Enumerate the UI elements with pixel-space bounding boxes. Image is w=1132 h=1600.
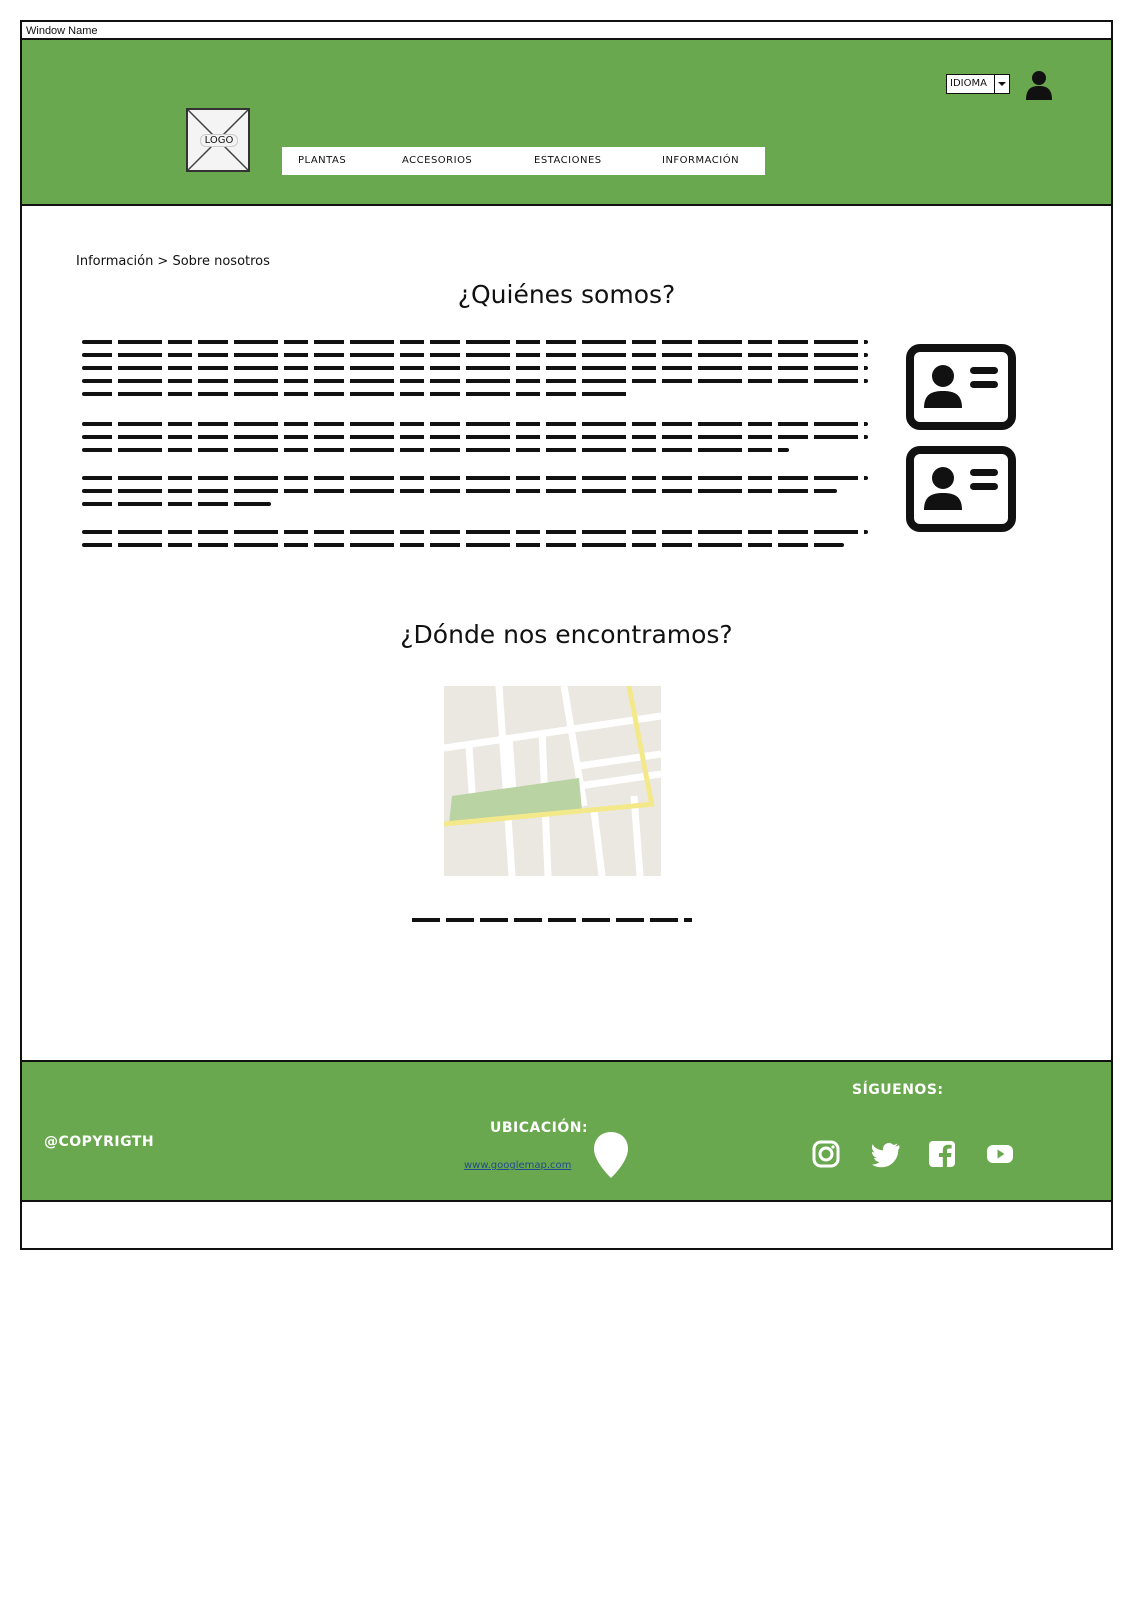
- window-title: Window Name: [22, 22, 1111, 40]
- user-icon[interactable]: [1026, 70, 1052, 100]
- copyright-text: @COPYRIGTH: [44, 1134, 155, 1150]
- nav-item-informacion[interactable]: INFORMACIÓN: [662, 155, 739, 166]
- follow-title: SÍGUENOS:: [852, 1082, 944, 1098]
- twitter-icon[interactable]: [872, 1140, 900, 1168]
- location-title: UBICACIÓN:: [490, 1120, 589, 1136]
- location-link[interactable]: www.googlemap.com: [464, 1160, 571, 1171]
- about-paragraph-2: [82, 422, 868, 461]
- chevron-down-icon[interactable]: [994, 75, 1009, 93]
- nav-item-estaciones[interactable]: ESTACIONES: [534, 155, 602, 166]
- instagram-icon[interactable]: [812, 1140, 840, 1168]
- about-paragraph-3: [82, 476, 868, 515]
- contact-card-icon: [906, 446, 1016, 532]
- browser-window: Window Name LOGO PLANTAS ACCESORIOS ESTA…: [20, 20, 1113, 1250]
- youtube-icon[interactable]: [986, 1140, 1014, 1168]
- logo[interactable]: LOGO: [186, 108, 250, 172]
- about-paragraph-1: [82, 340, 868, 405]
- contact-card-icon: [906, 344, 1016, 430]
- about-heading: ¿Quiénes somos?: [457, 280, 676, 309]
- location-heading: ¿Dónde nos encontramos?: [400, 620, 733, 649]
- map-pin-icon[interactable]: [594, 1132, 628, 1178]
- language-select-label: IDIOMA: [950, 78, 987, 89]
- nav-item-plantas[interactable]: PLANTAS: [298, 155, 346, 166]
- address-text: [412, 918, 692, 922]
- nav-item-accesorios[interactable]: ACCESORIOS: [402, 155, 472, 166]
- map-image[interactable]: [444, 686, 661, 876]
- breadcrumb[interactable]: Información > Sobre nosotros: [76, 254, 270, 269]
- about-paragraph-4: [82, 530, 868, 556]
- language-select[interactable]: IDIOMA: [946, 74, 1010, 94]
- site-footer: @COPYRIGTH UBICACIÓN: www.googlemap.com …: [22, 1060, 1111, 1202]
- site-header: LOGO PLANTAS ACCESORIOS ESTACIONES INFOR…: [22, 40, 1111, 206]
- facebook-icon[interactable]: [928, 1140, 956, 1168]
- main-nav: PLANTAS ACCESORIOS ESTACIONES INFORMACIÓ…: [282, 147, 765, 175]
- logo-label: LOGO: [200, 134, 238, 147]
